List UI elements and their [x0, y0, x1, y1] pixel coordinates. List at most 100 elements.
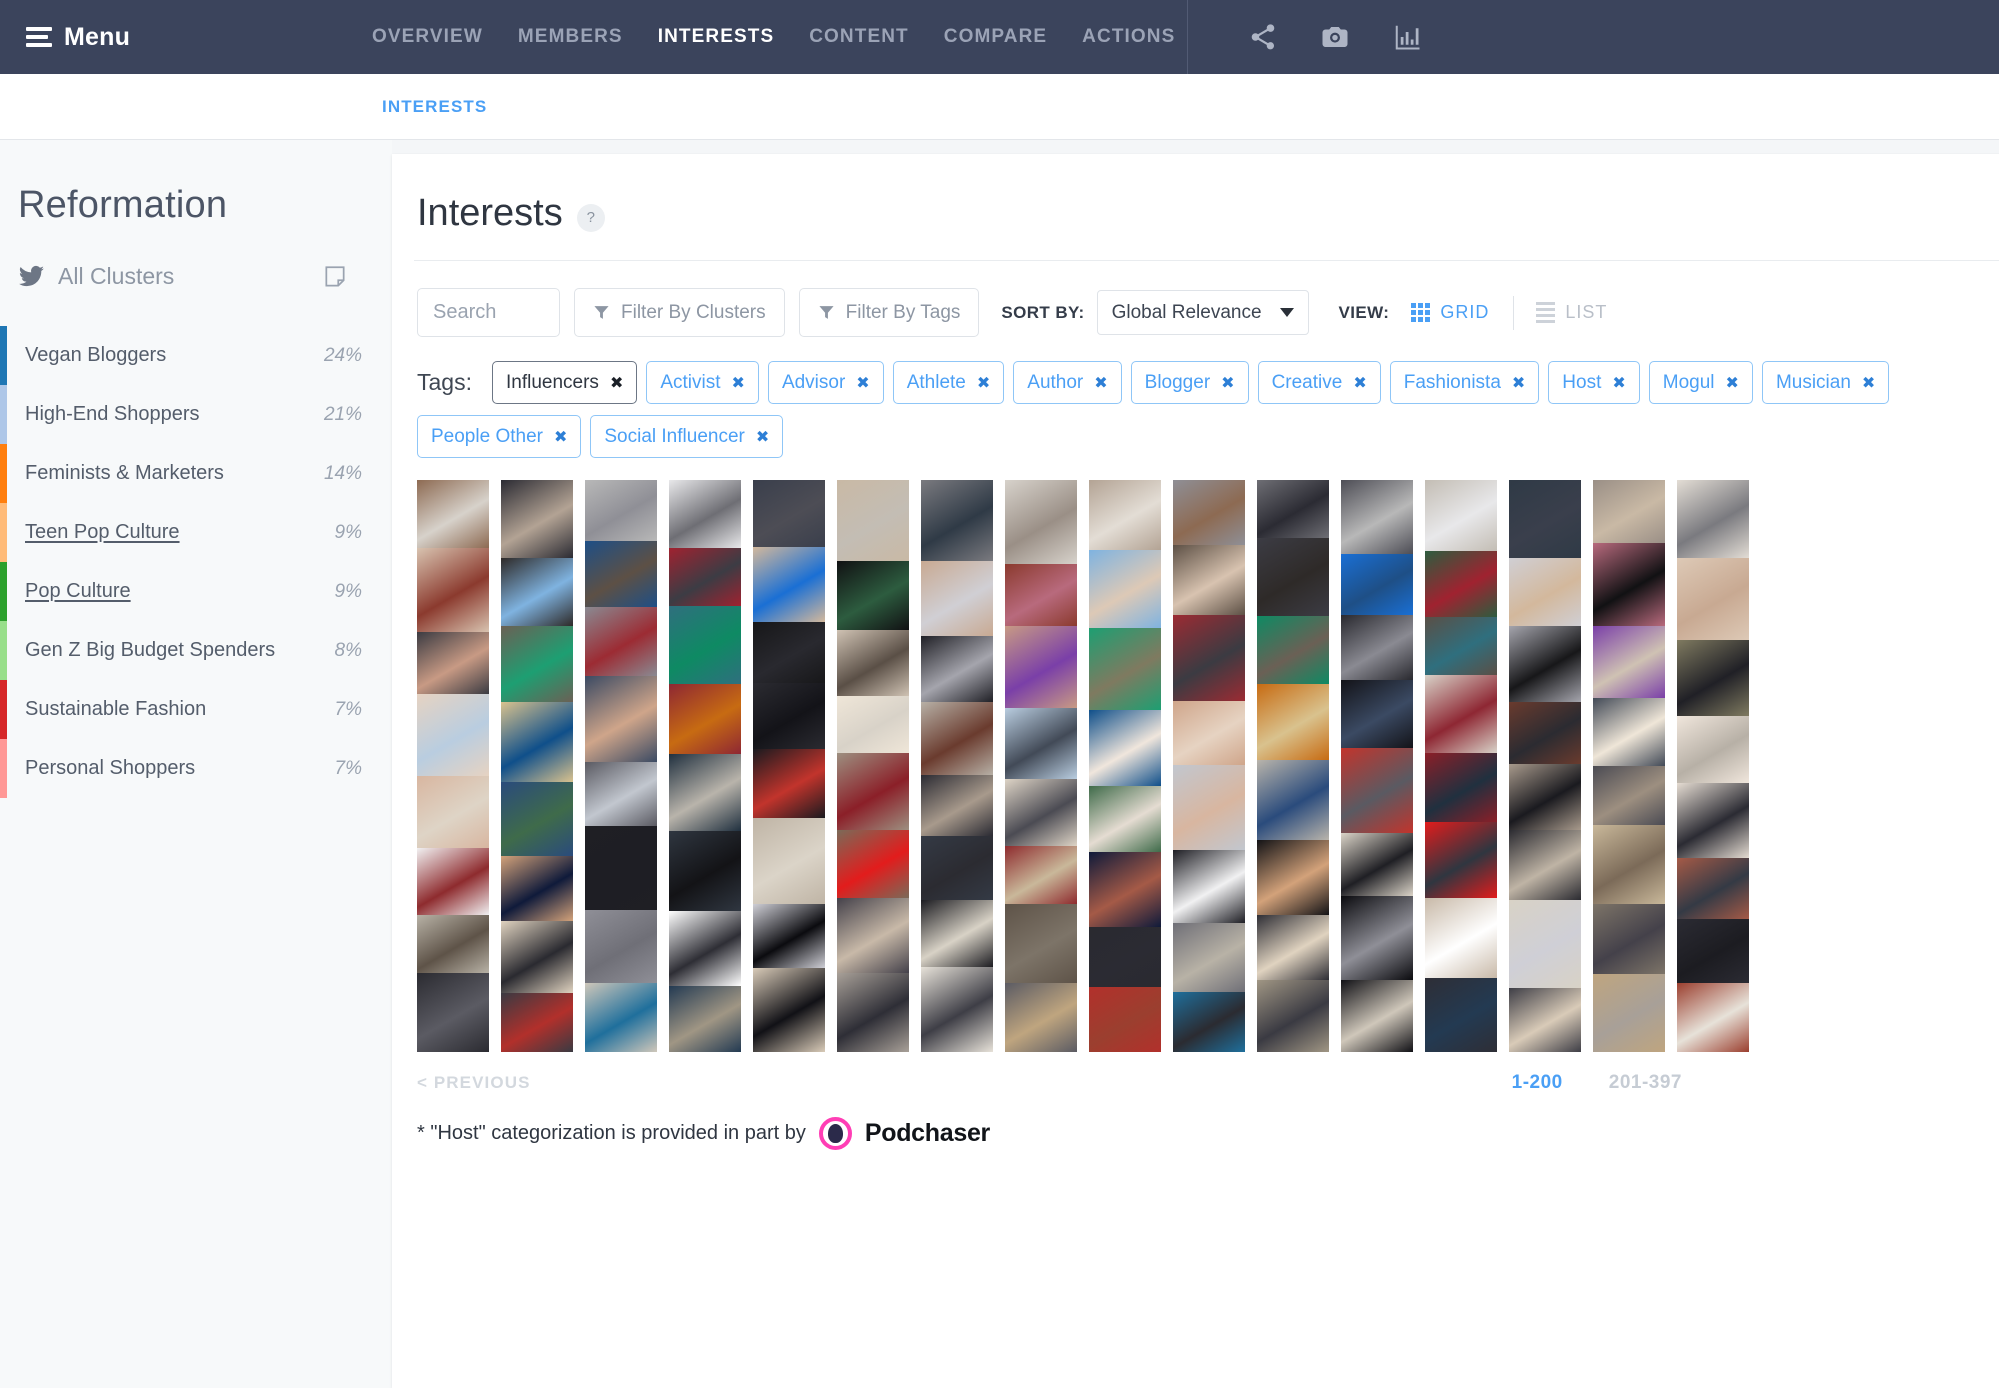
close-icon[interactable]: ✖ [610, 373, 623, 393]
grid-thumbnail[interactable] [1425, 675, 1497, 754]
grid-thumbnail[interactable] [417, 776, 489, 848]
close-icon[interactable]: ✖ [554, 427, 567, 447]
grid-thumbnail[interactable] [1173, 992, 1245, 1052]
tag-blogger[interactable]: Blogger ✖ [1130, 361, 1249, 404]
menu-button[interactable]: Menu [26, 23, 130, 52]
grid-thumbnail[interactable] [1509, 701, 1581, 765]
grid-thumbnail[interactable] [1677, 857, 1749, 919]
tab-compare[interactable]: COMPARE [944, 26, 1047, 48]
tag-social-influencer[interactable]: Social Influencer ✖ [590, 415, 784, 458]
previous-page-button[interactable]: < PREVIOUS [417, 1073, 531, 1093]
grid-thumbnail[interactable] [753, 622, 825, 684]
close-icon[interactable]: ✖ [1094, 373, 1107, 393]
interests-image-grid[interactable] [417, 480, 1999, 1052]
grid-thumbnail[interactable] [1005, 846, 1077, 905]
grid-thumbnail[interactable] [417, 631, 489, 694]
grid-thumbnail[interactable] [753, 547, 825, 623]
grid-thumbnail[interactable] [1257, 684, 1329, 761]
grid-thumbnail[interactable] [1341, 979, 1413, 1052]
grid-thumbnail[interactable] [417, 915, 489, 974]
close-icon[interactable]: ✖ [1862, 373, 1875, 393]
grid-thumbnail[interactable] [921, 480, 993, 561]
sidebar-item-feminists-marketers[interactable]: Feminists & Marketers 14% [0, 444, 392, 503]
grid-thumbnail[interactable] [417, 847, 489, 916]
grid-thumbnail[interactable] [753, 904, 825, 968]
grid-thumbnail[interactable] [753, 817, 825, 905]
tag-advisor[interactable]: Advisor ✖ [767, 361, 884, 404]
grid-thumbnail[interactable] [417, 973, 489, 1052]
grid-thumbnail[interactable] [1425, 617, 1497, 676]
close-icon[interactable]: ✖ [756, 427, 769, 447]
grid-thumbnail[interactable] [1005, 564, 1077, 626]
grid-thumbnail[interactable] [1677, 480, 1749, 559]
grid-thumbnail[interactable] [921, 835, 993, 900]
grid-thumbnail[interactable] [1341, 480, 1413, 555]
grid-thumbnail[interactable] [1593, 974, 1665, 1052]
grid-thumbnail[interactable] [1005, 904, 1077, 983]
grid-thumbnail[interactable] [1257, 480, 1329, 538]
grid-thumbnail[interactable] [1257, 760, 1329, 841]
grid-thumbnail[interactable] [1173, 922, 1245, 993]
close-icon[interactable]: ✖ [1726, 373, 1739, 393]
grid-thumbnail[interactable] [1425, 550, 1497, 618]
grid-thumbnail[interactable] [585, 762, 657, 826]
grid-thumbnail[interactable] [837, 696, 909, 754]
grid-thumbnail[interactable] [669, 911, 741, 987]
grid-thumbnail[interactable] [1089, 785, 1161, 853]
grid-thumbnail[interactable] [1425, 977, 1497, 1052]
grid-thumbnail[interactable] [837, 630, 909, 697]
grid-thumbnail[interactable] [1257, 979, 1329, 1052]
grid-thumbnail[interactable] [585, 606, 657, 676]
grid-thumbnail[interactable] [1089, 852, 1161, 927]
sidebar-item-high-end-shoppers[interactable]: High-End Shoppers 21% [0, 385, 392, 444]
grid-thumbnail[interactable] [1425, 821, 1497, 898]
grid-thumbnail[interactable] [1173, 701, 1245, 766]
grid-thumbnail[interactable] [1005, 625, 1077, 709]
grid-thumbnail[interactable] [501, 920, 573, 993]
grid-thumbnail[interactable] [501, 557, 573, 627]
grid-thumbnail[interactable] [1089, 987, 1161, 1052]
grid-thumbnail[interactable] [501, 992, 573, 1052]
view-toggle-list[interactable]: LIST [1536, 302, 1607, 323]
grid-thumbnail[interactable] [1005, 708, 1077, 780]
grid-thumbnail[interactable] [1677, 716, 1749, 784]
grid-thumbnail[interactable] [921, 636, 993, 703]
grid-thumbnail[interactable] [1089, 926, 1161, 988]
tab-overview[interactable]: OVERVIEW [372, 26, 483, 48]
grid-thumbnail[interactable] [1341, 896, 1413, 980]
help-icon[interactable]: ? [576, 203, 605, 232]
close-icon[interactable]: ✖ [977, 373, 990, 393]
grid-thumbnail[interactable] [1593, 824, 1665, 905]
grid-thumbnail[interactable] [1005, 982, 1077, 1052]
sidebar-item-all-clusters[interactable]: All Clusters [18, 263, 348, 290]
grid-thumbnail[interactable] [1089, 550, 1161, 629]
grid-thumbnail[interactable] [1089, 628, 1161, 710]
grid-thumbnail[interactable] [1509, 900, 1581, 988]
grid-thumbnail[interactable] [1257, 840, 1329, 915]
close-icon[interactable]: ✖ [1512, 373, 1525, 393]
close-icon[interactable]: ✖ [1221, 373, 1234, 393]
grid-thumbnail[interactable] [1677, 918, 1749, 984]
grid-thumbnail[interactable] [921, 899, 993, 968]
tab-members[interactable]: MEMBERS [518, 26, 623, 48]
grid-thumbnail[interactable] [837, 560, 909, 631]
sidebar-item-gen-z-big-budget-spenders[interactable]: Gen Z Big Budget Spenders 8% [0, 621, 392, 680]
grid-thumbnail[interactable] [1593, 542, 1665, 626]
close-icon[interactable]: ✖ [1612, 373, 1625, 393]
grid-thumbnail[interactable] [1509, 987, 1581, 1052]
search-box[interactable] [417, 288, 560, 337]
grid-thumbnail[interactable] [921, 775, 993, 836]
tag-influencers[interactable]: Influencers ✖ [491, 361, 638, 404]
grid-thumbnail[interactable] [837, 973, 909, 1052]
filter-by-tags-button[interactable]: Filter By Tags [798, 288, 980, 337]
page-201-397[interactable]: 201-397 [1609, 1072, 1682, 1094]
grid-thumbnail[interactable] [1257, 537, 1329, 616]
grid-thumbnail[interactable] [1341, 747, 1413, 834]
grid-thumbnail[interactable] [837, 480, 909, 561]
grid-thumbnail[interactable] [837, 830, 909, 898]
close-icon[interactable]: ✖ [856, 373, 869, 393]
tag-mogul[interactable]: Mogul ✖ [1648, 361, 1753, 404]
grid-thumbnail[interactable] [1593, 625, 1665, 698]
grid-thumbnail[interactable] [1341, 554, 1413, 615]
sidebar-item-vegan-bloggers[interactable]: Vegan Bloggers 24% [0, 326, 392, 385]
